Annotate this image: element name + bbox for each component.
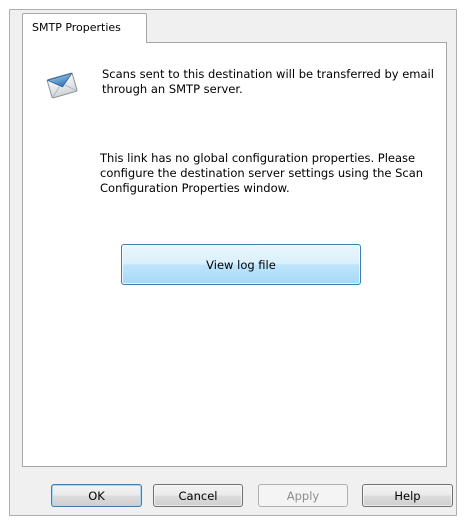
cancel-button[interactable]: Cancel <box>153 484 243 507</box>
help-button[interactable]: Help <box>362 484 453 507</box>
view-log-file-button[interactable]: View log file <box>121 244 361 285</box>
apply-button: Apply <box>258 484 348 507</box>
tab-label: SMTP Properties <box>32 21 121 34</box>
tab-smtp-properties[interactable]: SMTP Properties <box>22 13 147 43</box>
email-envelope-icon <box>46 68 78 102</box>
ok-button[interactable]: OK <box>51 484 142 507</box>
configuration-note: This link has no global configuration pr… <box>100 151 424 195</box>
destination-description: Scans sent to this destination will be t… <box>102 67 434 96</box>
